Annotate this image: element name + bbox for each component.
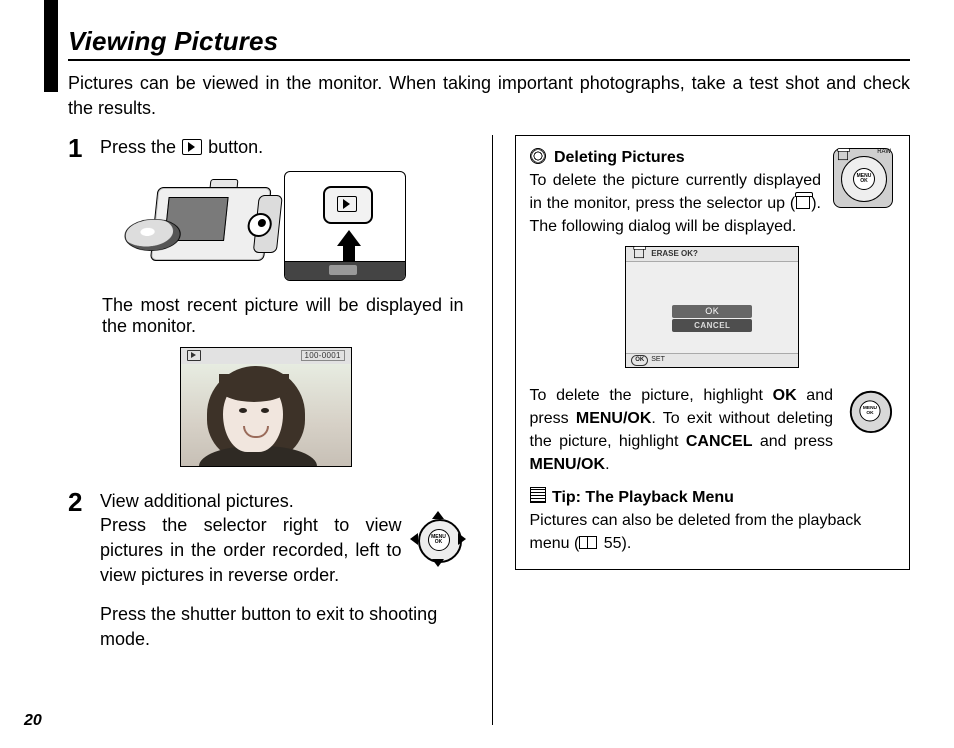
camera-body-drawing <box>120 171 283 273</box>
deleting-p1: To delete the picture currently displaye… <box>530 172 822 235</box>
selector-dpad-icon: MENU OK <box>412 513 464 565</box>
erase-dialog-set: SET <box>651 355 665 365</box>
deleting-p2: To delete the picture, highlight OK and … <box>530 384 834 476</box>
lcd-frame-number: 100-0001 <box>301 350 345 361</box>
deleting-pictures-callout: Deleting Pictures To delete the picture … <box>515 135 911 570</box>
selector-dpad-icon: MENU OK <box>844 385 894 435</box>
step-2-body: Press the selector right to view picture… <box>100 513 402 587</box>
section-tab <box>44 0 58 92</box>
playback-icon <box>182 139 202 155</box>
sample-photo <box>181 364 351 466</box>
erase-dialog-title: ERASE OK? <box>651 248 698 260</box>
erase-dialog-set-pill: OK <box>631 355 648 366</box>
trash-icon <box>796 196 810 209</box>
step-1-number: 1 <box>68 135 90 161</box>
section-header: Viewing Pictures <box>68 26 910 61</box>
lcd-sample-image: 100-0001 <box>68 347 464 467</box>
tip-playback-head: Tip: The Playback Menu <box>552 489 734 506</box>
page-number: 20 <box>24 712 42 730</box>
trash-icon <box>838 151 848 160</box>
step-2-exit: Press the shutter button to exit to shoo… <box>100 602 464 652</box>
camera-illustration <box>68 171 464 281</box>
tip-playback-body: Pictures can also be deleted from the pl… <box>530 509 896 555</box>
step-1-text: Press the button. <box>100 135 464 160</box>
page-title: Viewing Pictures <box>68 26 910 57</box>
page-ref-icon <box>579 536 597 549</box>
deleting-head: Deleting Pictures <box>554 149 685 166</box>
step-2-number: 2 <box>68 489 90 652</box>
trash-icon <box>634 249 644 258</box>
right-column: Deleting Pictures To delete the picture … <box>493 135 911 725</box>
playback-button-closeup <box>284 171 406 281</box>
left-column: 1 Press the button. <box>68 135 492 725</box>
playback-icon <box>337 196 357 212</box>
intro-paragraph: Pictures can be viewed in the monitor. W… <box>68 71 910 121</box>
step-2: 2 View additional pictures. Press the se… <box>68 489 464 652</box>
step-1: 1 Press the button. <box>68 135 464 161</box>
selector-dpad-with-labels-icon: MENU OK RAW <box>831 146 895 210</box>
erase-dialog-cancel: CANCEL <box>672 319 752 332</box>
step-1-result: The most recent picture will be displaye… <box>102 295 464 337</box>
erase-confirm-dialog: ERASE OK? OK CANCEL OK SET <box>625 246 799 368</box>
tip-bullet-icon <box>530 148 546 164</box>
playback-icon <box>187 350 201 361</box>
note-icon <box>530 487 546 503</box>
step-2-head: View additional pictures. <box>100 489 464 514</box>
erase-dialog-ok: OK <box>672 305 752 318</box>
